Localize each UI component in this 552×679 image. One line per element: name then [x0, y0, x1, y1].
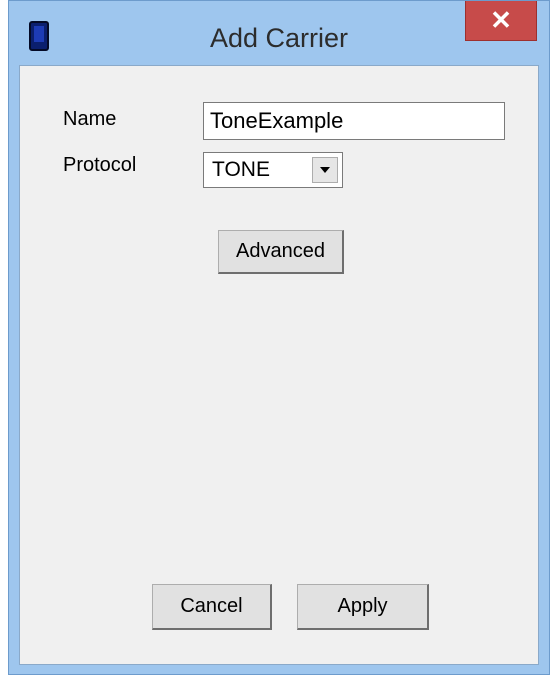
close-icon: ✕: [490, 5, 512, 35]
dialog-body: Name Protocol TONE Advanced Cancel Apply: [19, 65, 539, 665]
cancel-button[interactable]: Cancel: [152, 584, 272, 630]
close-button[interactable]: ✕: [465, 1, 537, 41]
dialog-window: Add Carrier ✕ Name Protocol TONE Advance…: [8, 0, 550, 675]
protocol-selected-value: TONE: [212, 158, 270, 181]
advanced-button[interactable]: Advanced: [218, 230, 344, 274]
name-label: Name: [63, 108, 117, 130]
protocol-label: Protocol: [63, 154, 137, 176]
name-input[interactable]: [203, 102, 505, 140]
apply-button[interactable]: Apply: [297, 584, 429, 630]
protocol-select[interactable]: TONE: [203, 152, 343, 188]
dropdown-button[interactable]: [312, 157, 338, 183]
title-bar[interactable]: Add Carrier ✕: [9, 1, 549, 65]
chevron-down-icon: [320, 167, 330, 173]
